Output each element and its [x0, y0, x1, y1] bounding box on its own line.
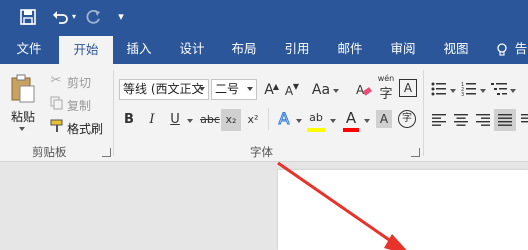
annotation-arrow: [277, 161, 407, 250]
